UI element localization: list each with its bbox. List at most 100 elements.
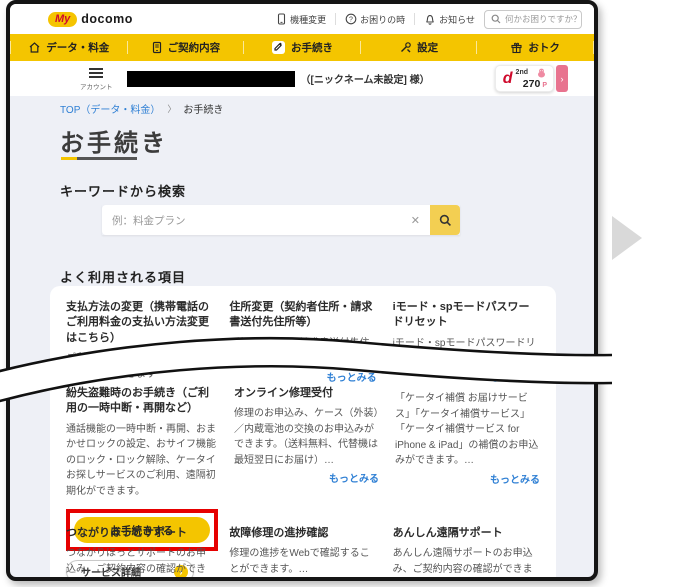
card-title[interactable]: 住所変更（契約者住所・請求書送付先住所等） <box>229 300 376 331</box>
card-tsunagari-support: つながりほっとサポート つながりほっとサポートのお申込み、ご契約内容の確認ができ… <box>66 526 213 577</box>
nav-item-contract[interactable]: ご契約内容 <box>128 34 244 61</box>
card-title[interactable]: 支払方法の変更（携帯電話のご利用料金の支払い方法変更はこちら） <box>66 300 213 346</box>
nav-label: データ・料金 <box>46 42 110 54</box>
card-title[interactable]: iモード・spモードパスワードリセット <box>393 300 540 331</box>
search-icon <box>491 14 501 24</box>
header-divider <box>335 13 337 25</box>
gift-icon <box>510 41 523 54</box>
dpoint-logo-icon: d <box>502 69 513 87</box>
card-repair-progress: 故障修理の進捗確認 修理の進捗をWebで確認することができます。… もっとみる <box>229 526 376 581</box>
more-link[interactable]: もっとみる <box>234 470 379 485</box>
card-body: 「ケータイ補償 お届けサービス」「ケータイ補償サービス」「ケータイ補償サービス … <box>395 393 539 466</box>
home-icon <box>28 41 41 54</box>
contract-icon <box>151 41 163 54</box>
logo-docomo-text: docomo <box>81 12 133 26</box>
breadcrumb-separator: 〉 <box>167 104 177 114</box>
nav-label: 設定 <box>417 42 439 54</box>
card-address-change: 住所変更（契約者住所・請求書送付先住所等） ご契約者住所と請求書送付先住所の確認… <box>229 300 376 384</box>
notifications-label: お知らせ <box>439 14 475 25</box>
card-title[interactable]: あんしん遠隔サポート <box>393 526 540 541</box>
notifications-link[interactable]: お知らせ <box>424 13 475 26</box>
more-link[interactable]: もっとみる <box>229 369 377 384</box>
dpoint-points-unit: P <box>542 81 547 89</box>
card-title[interactable]: 紛失盗難時のお手続き（ご利用の一時中断・再開など） <box>66 386 218 417</box>
browser-screenshot-frame: My docomo 機種変更 ? お困りの時 お知らせ 何かお困りですか？ デー… <box>6 0 598 581</box>
nav-item-deals[interactable]: おトク <box>477 34 593 61</box>
card-anshin-remote-support: あんしん遠隔サポート あんしん遠隔サポートのお申込み、ご契約内容の確認ができます… <box>392 526 540 577</box>
page-title: お手続き <box>60 130 168 157</box>
nav-item-procedures[interactable]: お手続き <box>244 34 360 61</box>
device-change-label: 機種変更 <box>290 14 327 25</box>
title-underline <box>61 157 137 160</box>
nav-item-settings[interactable]: 設定 <box>361 34 477 61</box>
nav-label: お手続き <box>290 42 333 54</box>
hamburger-icon <box>89 66 104 80</box>
phone-icon <box>276 13 287 25</box>
more-link[interactable]: もっとみる <box>395 471 540 486</box>
dpoint-expand-button[interactable]: › <box>556 65 568 92</box>
settings-icon <box>399 41 412 54</box>
nav-item-data-charges[interactable]: データ・料金 <box>11 34 127 61</box>
card-password-reset: iモード・spモードパスワードリセット iモード・spモードパスワードリセットが… <box>393 300 540 384</box>
device-change-link[interactable]: 機種変更 <box>276 13 326 26</box>
dpoint-points-value: 270 <box>522 77 541 90</box>
nav-label: ご契約内容 <box>167 42 221 54</box>
nav-divider <box>592 41 594 54</box>
primary-nav: データ・料金 ご契約内容 お手続き 設定 おトク <box>10 34 594 61</box>
svg-text:?: ? <box>349 16 353 23</box>
nickname-text: （[ニックネーム未設定] 様） <box>300 75 430 86</box>
keyword-search-input[interactable]: 例：料金プラン ✕ <box>102 205 430 235</box>
logo-my-badge: My <box>48 11 78 27</box>
carousel-next-arrow[interactable] <box>612 216 642 260</box>
frequent-panel: 支払方法の変更（携帯電話のご利用料金の支払い方法変更はこちら） ご利用料金のお支… <box>50 286 556 577</box>
breadcrumb-home-link[interactable]: TOP（データ・料金） <box>60 101 160 116</box>
card-payment-method: 支払方法の変更（携帯電話のご利用料金の支払い方法変更はこちら） ご利用料金のお支… <box>66 300 213 384</box>
breadcrumb: TOP（データ・料金） 〉 お手続き <box>60 101 223 116</box>
dpoint-stage: 2nd <box>515 69 528 76</box>
card-body: ご契約者住所と請求書送付先住所の確認・変更ができます。… <box>229 337 370 365</box>
header-actions: 機種変更 ? お困りの時 お知らせ 何かお困りですか？ <box>276 9 582 29</box>
card-body: 通話機能の一時中断・再開、おまかせロックの設定、おサイフ機能のロック・ロック解除… <box>66 423 216 497</box>
redacted-user-name <box>126 70 295 87</box>
bell-icon <box>424 13 436 25</box>
keyword-search-button[interactable] <box>430 205 460 235</box>
dpoint-widget: d 2nd 270 P › <box>494 65 568 92</box>
more-link[interactable]: もっとみる <box>229 579 376 581</box>
frequent-heading: よく利用される項目 <box>60 270 187 285</box>
help-link[interactable]: ? お困りの時 <box>345 13 405 26</box>
card-title[interactable]: つながりほっとサポート <box>66 526 213 541</box>
card-body: つながりほっとサポートのお申込み、ご契約内容の確認ができます。… <box>66 548 206 575</box>
card-row-1: 支払方法の変更（携帯電話のご利用料金の支払い方法変更はこちら） ご利用料金のお支… <box>66 300 540 384</box>
dpoint-bird-icon <box>536 68 547 78</box>
keyword-search-heading: キーワードから検索 <box>60 184 187 199</box>
card-body: ご利用料金のお支払い方法の確認・変更ができます <box>66 353 206 380</box>
top-header: My docomo 機種変更 ? お困りの時 お知らせ 何かお困りですか？ <box>10 4 594 34</box>
header-search-input[interactable]: 何かお困りですか？ <box>484 9 582 29</box>
card-title[interactable]: オンライン修理受付 <box>234 386 379 401</box>
help-label: お困りの時 <box>360 14 406 25</box>
card-body: あんしん遠隔サポートのお申込み、ご契約内容の確認ができます。… <box>392 548 533 575</box>
card-row-3: つながりほっとサポート つながりほっとサポートのお申込み、ご契約内容の確認ができ… <box>66 526 540 581</box>
breadcrumb-current: お手続き <box>183 105 224 116</box>
search-icon <box>439 214 452 227</box>
chevron-right-icon: › <box>560 73 564 84</box>
my-docomo-logo[interactable]: My docomo <box>48 11 133 27</box>
dpoint-badge[interactable]: d 2nd 270 P <box>494 65 554 92</box>
card-body: iモード・spモードパスワードリセットができます。… <box>392 337 536 365</box>
account-bar: アカウント （[ニックネーム未設定] 様） d 2nd 270 P › <box>10 61 594 96</box>
help-icon: ? <box>345 13 357 25</box>
keyword-search-placeholder: 例：料金プラン <box>112 214 186 227</box>
header-divider <box>414 13 416 25</box>
header-search-placeholder: 何かお困りですか？ <box>505 14 582 24</box>
screenshot-canvas: My docomo 機種変更 ? お困りの時 お知らせ 何かお困りですか？ デー… <box>0 0 676 587</box>
account-menu-button[interactable]: アカウント <box>80 66 113 91</box>
clear-icon[interactable]: ✕ <box>411 214 420 227</box>
procedure-icon <box>271 40 286 55</box>
keyword-search: 例：料金プラン ✕ <box>102 205 460 235</box>
more-link[interactable]: もっとみる <box>393 369 540 384</box>
nav-label: おトク <box>528 42 560 54</box>
account-menu-label: アカウント <box>80 84 113 91</box>
card-body: 修理の進捗をWebで確認することができます。… <box>229 548 370 575</box>
card-body: 修理のお申込み、ケース（外装）／内蔵電池の交換のお申込みができます。（送料無料、… <box>234 408 379 466</box>
card-title[interactable]: 故障修理の進捗確認 <box>229 526 376 541</box>
